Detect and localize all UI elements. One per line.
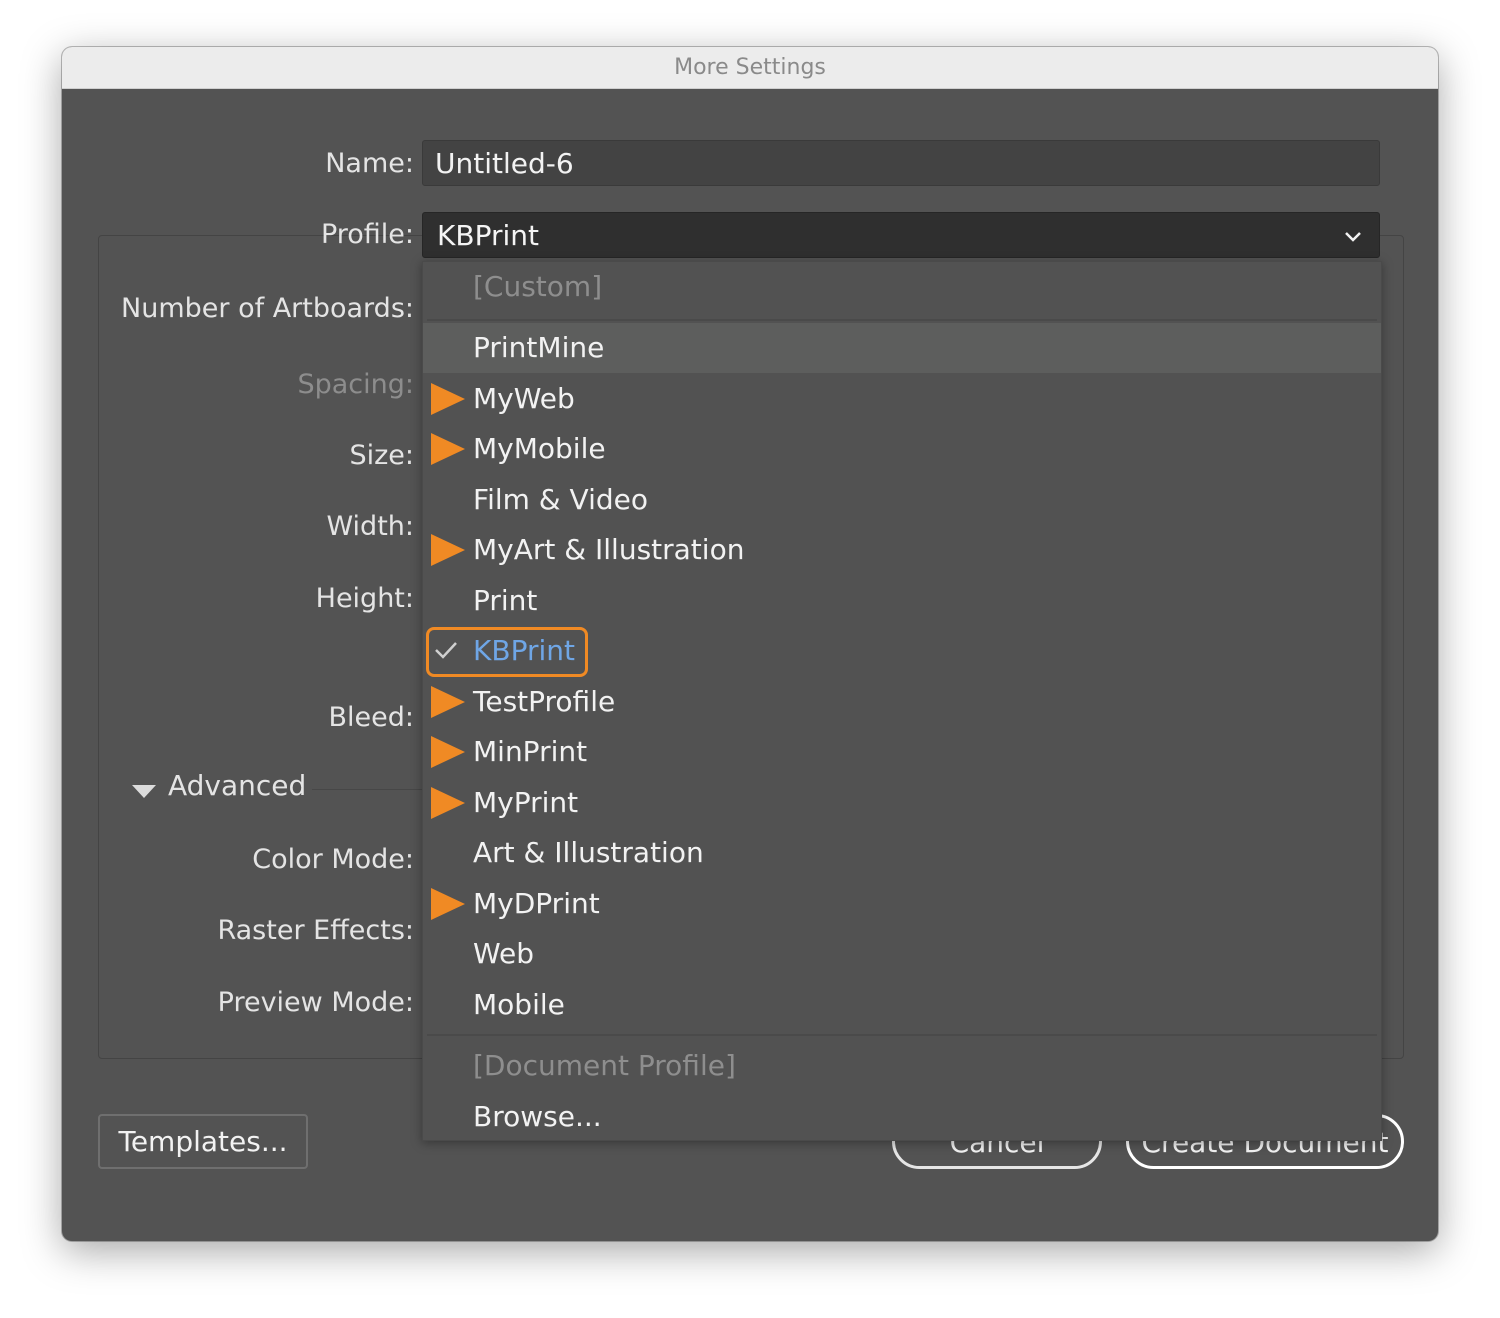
menu-item-browse[interactable]: Browse...: [423, 1092, 1381, 1142]
menu-item-label: Web: [473, 937, 535, 970]
menu-item-label: [Custom]: [473, 270, 603, 303]
advanced-divider: [312, 789, 422, 790]
orange-marker-icon: [431, 736, 465, 768]
menu-item-myprint[interactable]: MyPrint: [423, 778, 1381, 828]
spacing-label: Spacing:: [297, 369, 414, 400]
menu-item-label: MyPrint: [473, 786, 579, 819]
menu-item-mobile[interactable]: Mobile: [423, 980, 1381, 1030]
menu-item-film-video[interactable]: Film & Video: [423, 475, 1381, 525]
name-input[interactable]: Untitled-6: [422, 140, 1380, 186]
orange-marker-icon: [431, 534, 465, 566]
width-label: Width:: [326, 511, 414, 542]
bleed-label: Bleed:: [328, 702, 414, 733]
profile-label: Profile:: [320, 219, 414, 250]
menu-item-label: PrintMine: [473, 331, 605, 364]
menu-item-mydprint[interactable]: MyDPrint: [423, 879, 1381, 929]
menu-separator: [427, 319, 1377, 321]
menu-item-label: [Document Profile]: [473, 1049, 736, 1082]
color-mode-label: Color Mode:: [252, 844, 414, 875]
menu-item-label: Print: [473, 584, 538, 617]
menu-item-myweb[interactable]: MyWeb: [423, 374, 1381, 424]
menu-separator: [427, 1034, 1377, 1036]
menu-item-printmine[interactable]: PrintMine: [423, 323, 1381, 373]
menu-item-label: Art & Illustration: [473, 836, 704, 869]
orange-marker-icon: [431, 383, 465, 415]
templates-button[interactable]: Templates...: [98, 1114, 308, 1169]
orange-marker-icon: [431, 787, 465, 819]
menu-item-label: Mobile: [473, 988, 565, 1021]
profile-select-value: KBPrint: [437, 219, 539, 252]
window-title: More Settings: [62, 47, 1438, 89]
artboards-label: Number of Artboards:: [121, 293, 414, 324]
menu-item-document-profile: [Document Profile]: [423, 1041, 1381, 1091]
name-label: Name:: [325, 148, 414, 179]
menu-item-label: TestProfile: [473, 685, 616, 718]
menu-item-label: MyArt & Illustration: [473, 533, 745, 566]
menu-item-label: Browse...: [473, 1100, 602, 1133]
orange-marker-icon: [431, 888, 465, 920]
menu-item-print[interactable]: Print: [423, 576, 1381, 626]
menu-item-art-illustration[interactable]: Art & Illustration: [423, 828, 1381, 878]
chevron-down-icon: [1345, 232, 1361, 242]
menu-item-minprint[interactable]: MinPrint: [423, 727, 1381, 777]
menu-item-web[interactable]: Web: [423, 929, 1381, 979]
menu-item-label: MinPrint: [473, 735, 588, 768]
menu-item-mymobile[interactable]: MyMobile: [423, 424, 1381, 474]
height-label: Height:: [315, 583, 414, 614]
menu-item-label: Film & Video: [473, 483, 648, 516]
menu-item-label: MyMobile: [473, 432, 606, 465]
menu-item-label: MyWeb: [473, 382, 575, 415]
menu-item-testprofile[interactable]: TestProfile: [423, 677, 1381, 727]
menu-item-custom: [Custom]: [423, 262, 1381, 312]
profile-select[interactable]: KBPrint: [422, 212, 1380, 258]
raster-effects-label: Raster Effects:: [217, 915, 414, 946]
menu-item-myart-illustration[interactable]: MyArt & Illustration: [423, 525, 1381, 575]
size-label: Size:: [349, 440, 414, 471]
menu-item-label: MyDPrint: [473, 887, 600, 920]
advanced-toggle[interactable]: Advanced: [168, 769, 306, 802]
disclosure-triangle-icon[interactable]: [132, 785, 156, 798]
profile-dropdown-menu: [Custom] PrintMine MyWeb MyMobile Film &…: [422, 261, 1382, 1141]
orange-marker-icon: [431, 433, 465, 465]
preview-mode-label: Preview Mode:: [217, 987, 414, 1018]
orange-marker-icon: [431, 686, 465, 718]
selection-highlight-outline: [426, 627, 588, 677]
